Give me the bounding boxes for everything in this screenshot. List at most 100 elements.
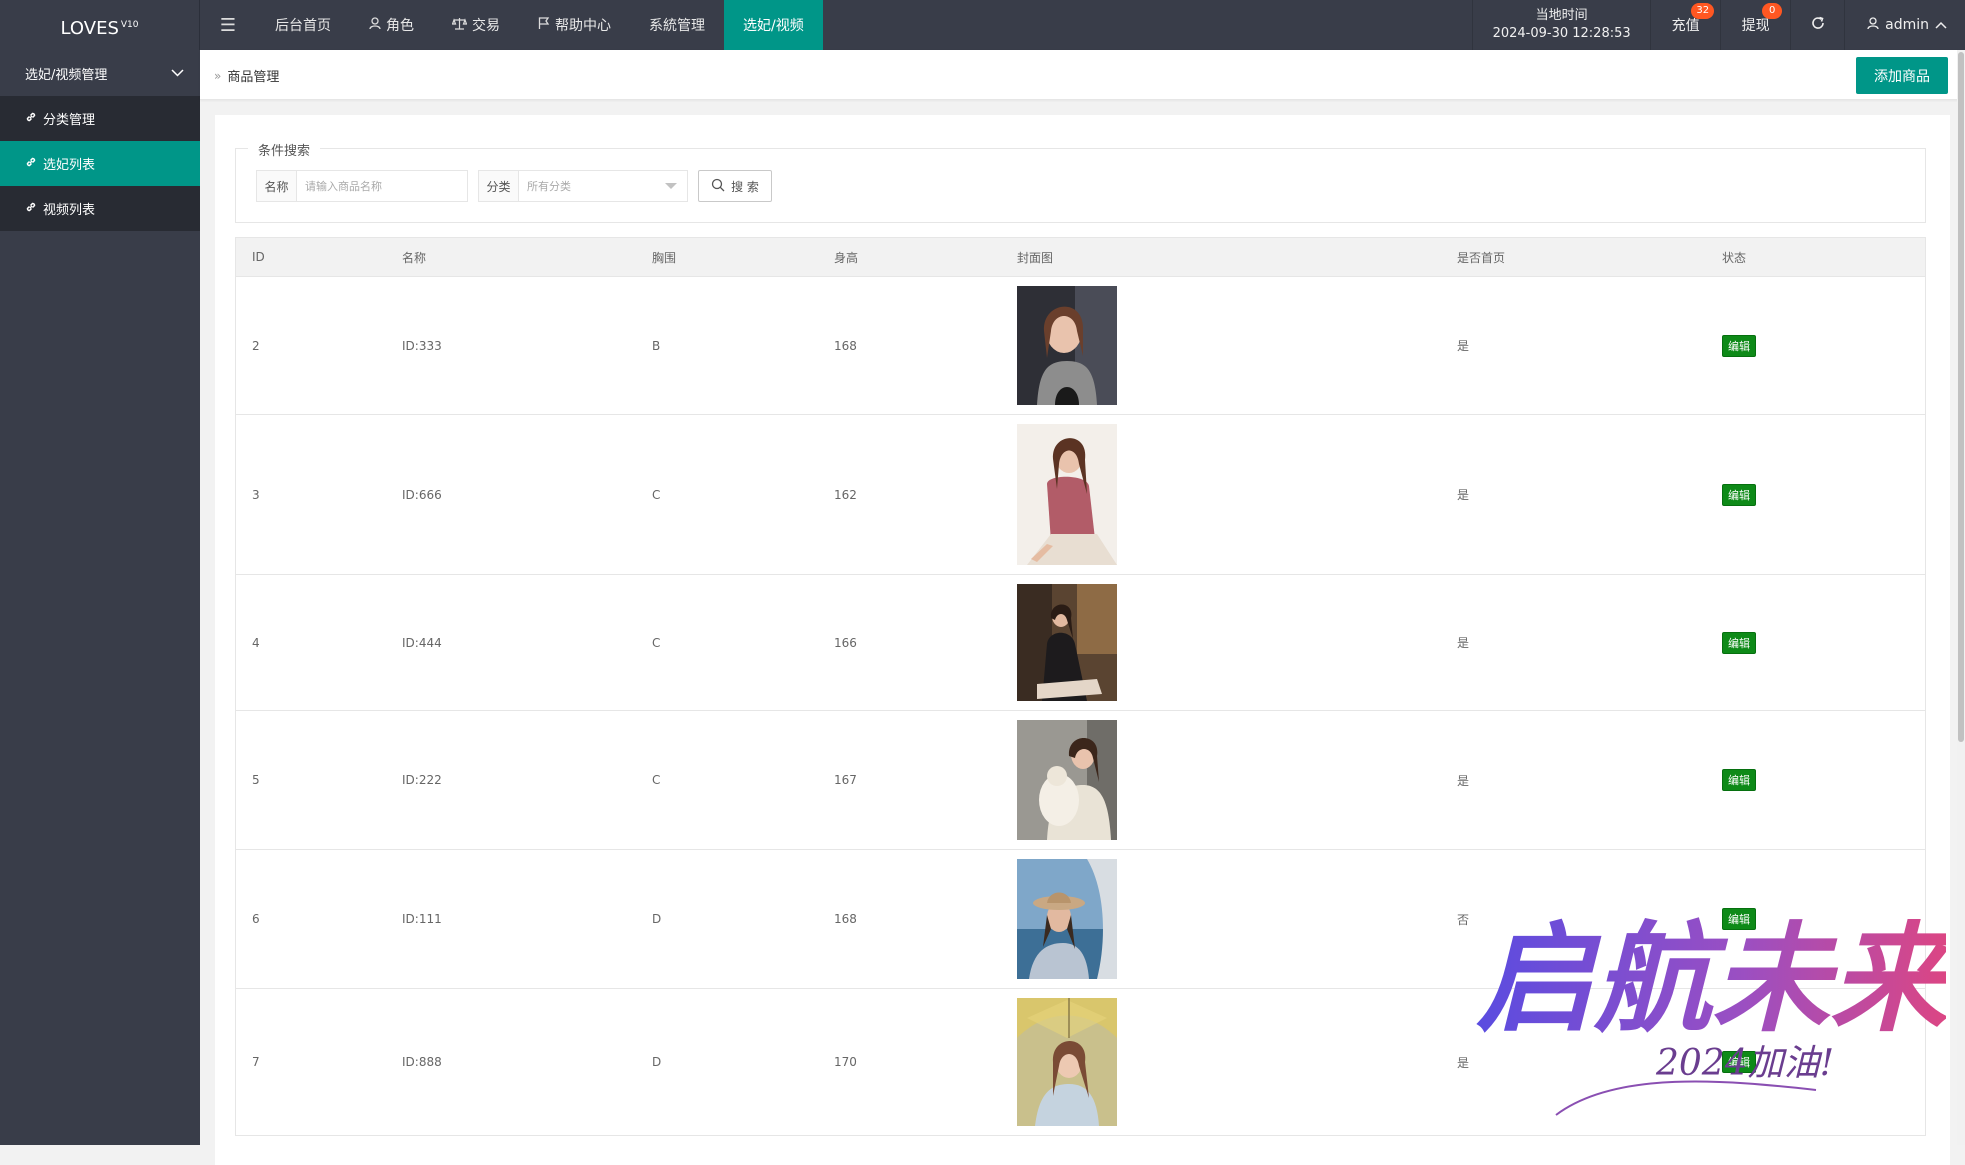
local-time-label: 当地时间 xyxy=(1535,8,1588,23)
search-row: 名称 请输入商品名称 分类 所有分类 搜 索 xyxy=(256,170,772,202)
table-row: 2 ID:333 B 168 是 编辑 xyxy=(236,277,1925,415)
sidebar-item-label: 分类管理 xyxy=(43,113,96,128)
link-icon xyxy=(25,201,37,217)
cell-status: 编辑 xyxy=(1706,334,1925,357)
cell-status: 编辑 xyxy=(1706,908,1925,930)
withdraw-badge: 0 xyxy=(1762,3,1783,19)
col-homepage[interactable]: 是否首页 xyxy=(1441,249,1706,266)
topnav-home[interactable]: 后台首页 xyxy=(256,0,350,50)
sidebar-item-concubine-list[interactable]: 选妃列表 xyxy=(0,141,200,186)
cell-name: ID:888 xyxy=(402,1055,442,1069)
sidebar-item-label: 选妃列表 xyxy=(43,158,96,173)
table-row: 7 ID:888 D 170 是 编辑 xyxy=(236,989,1925,1136)
cell-name: ID:222 xyxy=(402,773,442,787)
cover-image[interactable] xyxy=(1017,720,1117,840)
cover-image[interactable] xyxy=(1017,998,1117,1126)
topnav-system[interactable]: 系統管理 xyxy=(630,0,724,50)
topnav-help-label: 帮助中心 xyxy=(555,18,611,34)
category-select-value: 所有分类 xyxy=(527,180,571,193)
search-button[interactable]: 搜 索 xyxy=(698,170,772,202)
cell-status: 编辑 xyxy=(1706,631,1925,654)
cell-name: ID:333 xyxy=(402,338,442,353)
chevron-down-icon xyxy=(171,66,184,81)
cell-homepage: 是 xyxy=(1457,1055,1470,1070)
user-icon xyxy=(369,16,381,34)
edit-button[interactable]: 编辑 xyxy=(1722,334,1756,357)
cell-bust: D xyxy=(652,912,662,926)
cell-bust: B xyxy=(652,338,661,353)
sidebar-item-video-list[interactable]: 视频列表 xyxy=(0,186,200,231)
cell-cover xyxy=(1001,998,1441,1126)
table-row: 5 ID:222 C 167 是 编辑 xyxy=(236,711,1925,850)
cell-homepage: 否 xyxy=(1457,912,1470,927)
top-nav: 后台首页 角色 交易 帮助中心 系統管理 选妃/视频 xyxy=(256,0,823,50)
sidebar-group-label: 选妃/视频管理 xyxy=(25,67,108,83)
cell-height: 166 xyxy=(834,635,857,650)
cell-homepage: 是 xyxy=(1457,488,1470,502)
cell-cover xyxy=(1001,424,1441,565)
cell-id: 7 xyxy=(252,1055,260,1069)
cell-bust: C xyxy=(652,773,661,787)
col-bust[interactable]: 胸围 xyxy=(636,249,818,266)
cell-name: ID:111 xyxy=(402,912,442,926)
main-content: » 商品管理 添加商品 条件搜索 名称 请输入商品名称 分类 所有分类 搜 索 … xyxy=(200,50,1965,1165)
breadcrumb-bar: » 商品管理 添加商品 xyxy=(200,50,1965,100)
content-card: 条件搜索 名称 请输入商品名称 分类 所有分类 搜 索 ID 名称 胸围 身高 … xyxy=(215,115,1950,1165)
withdraw-button[interactable]: 提现 0 xyxy=(1720,0,1790,50)
category-label: 分类 xyxy=(479,171,519,201)
topnav-home-label: 后台首页 xyxy=(275,18,331,34)
topnav-help[interactable]: 帮助中心 xyxy=(519,0,630,50)
app-logo[interactable]: LOVES V10 xyxy=(0,0,200,50)
cell-name: ID:666 xyxy=(402,487,442,502)
cell-height: 168 xyxy=(834,912,857,926)
search-legend: 条件搜索 xyxy=(248,140,321,159)
admin-menu[interactable]: admin xyxy=(1844,0,1965,50)
refresh-button[interactable] xyxy=(1790,0,1844,50)
table-header: ID 名称 胸围 身高 封面图 是否首页 状态 xyxy=(236,238,1925,277)
col-status[interactable]: 状态 xyxy=(1706,249,1925,266)
top-header: LOVES V10 ☰ 后台首页 角色 交易 帮助中心 系統管理 选妃/视频 当… xyxy=(0,0,1965,50)
table-row: 3 ID:666 C 162 是 编辑 xyxy=(236,415,1925,575)
sidebar-group-concubine-video[interactable]: 选妃/视频管理 xyxy=(0,50,200,96)
cell-height: 170 xyxy=(834,1055,857,1069)
page-scrollbar-thumb[interactable] xyxy=(1958,52,1964,742)
add-product-button[interactable]: 添加商品 xyxy=(1856,57,1948,94)
logo-version: V10 xyxy=(120,20,139,30)
cell-bust: C xyxy=(652,487,661,502)
menu-toggle-icon[interactable]: ☰ xyxy=(200,0,256,50)
topnav-concubine-video-label: 选妃/视频 xyxy=(743,18,804,34)
cover-image[interactable] xyxy=(1017,286,1117,405)
category-field: 分类 所有分类 xyxy=(478,170,688,202)
edit-button[interactable]: 编辑 xyxy=(1722,483,1756,506)
cell-height: 167 xyxy=(834,773,857,787)
cover-image[interactable] xyxy=(1017,584,1117,701)
name-input[interactable]: 请输入商品名称 xyxy=(297,171,467,201)
edit-button[interactable]: 编辑 xyxy=(1722,1051,1756,1073)
sidebar-item-category[interactable]: 分类管理 xyxy=(0,96,200,141)
double-chevron-icon: » xyxy=(214,68,222,83)
topnav-role[interactable]: 角色 xyxy=(350,0,433,50)
cover-image[interactable] xyxy=(1017,859,1117,979)
table-row: 4 ID:444 C 166 是 编辑 xyxy=(236,575,1925,711)
category-select[interactable]: 所有分类 xyxy=(519,171,687,201)
edit-button[interactable]: 编辑 xyxy=(1722,769,1756,791)
cell-cover xyxy=(1001,859,1441,979)
recharge-button[interactable]: 充值 32 xyxy=(1650,0,1720,50)
cell-name: ID:444 xyxy=(402,635,442,650)
topnav-concubine-video[interactable]: 选妃/视频 xyxy=(724,0,823,50)
cell-height: 162 xyxy=(834,487,857,502)
col-cover[interactable]: 封面图 xyxy=(1001,249,1441,266)
search-fieldset: 条件搜索 名称 请输入商品名称 分类 所有分类 搜 索 xyxy=(235,140,1926,223)
edit-button[interactable]: 编辑 xyxy=(1722,908,1756,930)
cell-id: 5 xyxy=(252,773,260,787)
local-time-value: 2024-09-30 12:28:53 xyxy=(1492,26,1631,41)
topnav-system-label: 系統管理 xyxy=(649,18,705,34)
col-name[interactable]: 名称 xyxy=(386,249,636,266)
col-height[interactable]: 身高 xyxy=(818,249,1001,266)
cell-status: 编辑 xyxy=(1706,483,1925,506)
col-id[interactable]: ID xyxy=(236,250,386,264)
topnav-trade[interactable]: 交易 xyxy=(433,0,519,50)
cover-image[interactable] xyxy=(1017,424,1117,565)
caret-down-icon xyxy=(665,183,677,189)
edit-button[interactable]: 编辑 xyxy=(1722,631,1756,654)
